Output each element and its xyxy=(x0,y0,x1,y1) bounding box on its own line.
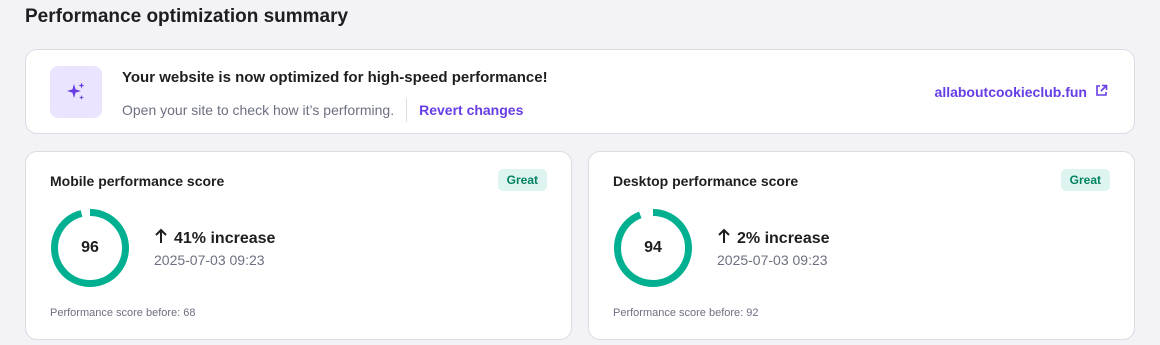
card-title: Desktop performance score xyxy=(613,173,799,189)
score-change: 2% increase xyxy=(717,228,830,249)
banner-subtext-row: Open your site to check how it’s perform… xyxy=(122,98,523,122)
page-title: Performance optimization summary xyxy=(25,6,349,27)
score-gauge: 94 xyxy=(613,208,693,288)
status-badge: Great xyxy=(497,169,547,191)
score-gauge: 96 xyxy=(50,208,130,288)
site-link[interactable]: allaboutcookieclub.fun xyxy=(935,84,1108,100)
score-value: 94 xyxy=(644,239,662,256)
divider xyxy=(406,98,408,122)
score-change-label: 2% increase xyxy=(737,229,830,247)
arrow-up-icon xyxy=(154,228,168,249)
score-before: Performance score before: 92 xyxy=(613,307,759,319)
banner-heading: Your website is now optimized for high-s… xyxy=(122,69,548,86)
card-title: Mobile performance score xyxy=(50,173,225,189)
score-change: 41% increase xyxy=(154,228,275,249)
status-badge: Great xyxy=(1060,169,1110,191)
external-link-icon xyxy=(1095,84,1108,100)
desktop-performance-card: Desktop performance score Great 94 2% in… xyxy=(588,151,1135,340)
score-change-label: 41% increase xyxy=(174,229,276,247)
mobile-performance-card: Mobile performance score Great 96 41% in… xyxy=(25,151,572,340)
revert-changes-link[interactable]: Revert changes xyxy=(419,102,523,118)
timestamp: 2025-07-03 09:23 xyxy=(154,252,265,268)
arrow-up-icon xyxy=(717,228,731,249)
timestamp: 2025-07-03 09:23 xyxy=(717,252,828,268)
optimization-banner: Your website is now optimized for high-s… xyxy=(25,49,1135,134)
sparkles-icon xyxy=(50,66,102,118)
site-link-label: allaboutcookieclub.fun xyxy=(934,84,1087,100)
score-value: 96 xyxy=(81,239,99,256)
score-before: Performance score before: 68 xyxy=(50,307,196,319)
banner-subtext: Open your site to check how it’s perform… xyxy=(122,102,395,118)
